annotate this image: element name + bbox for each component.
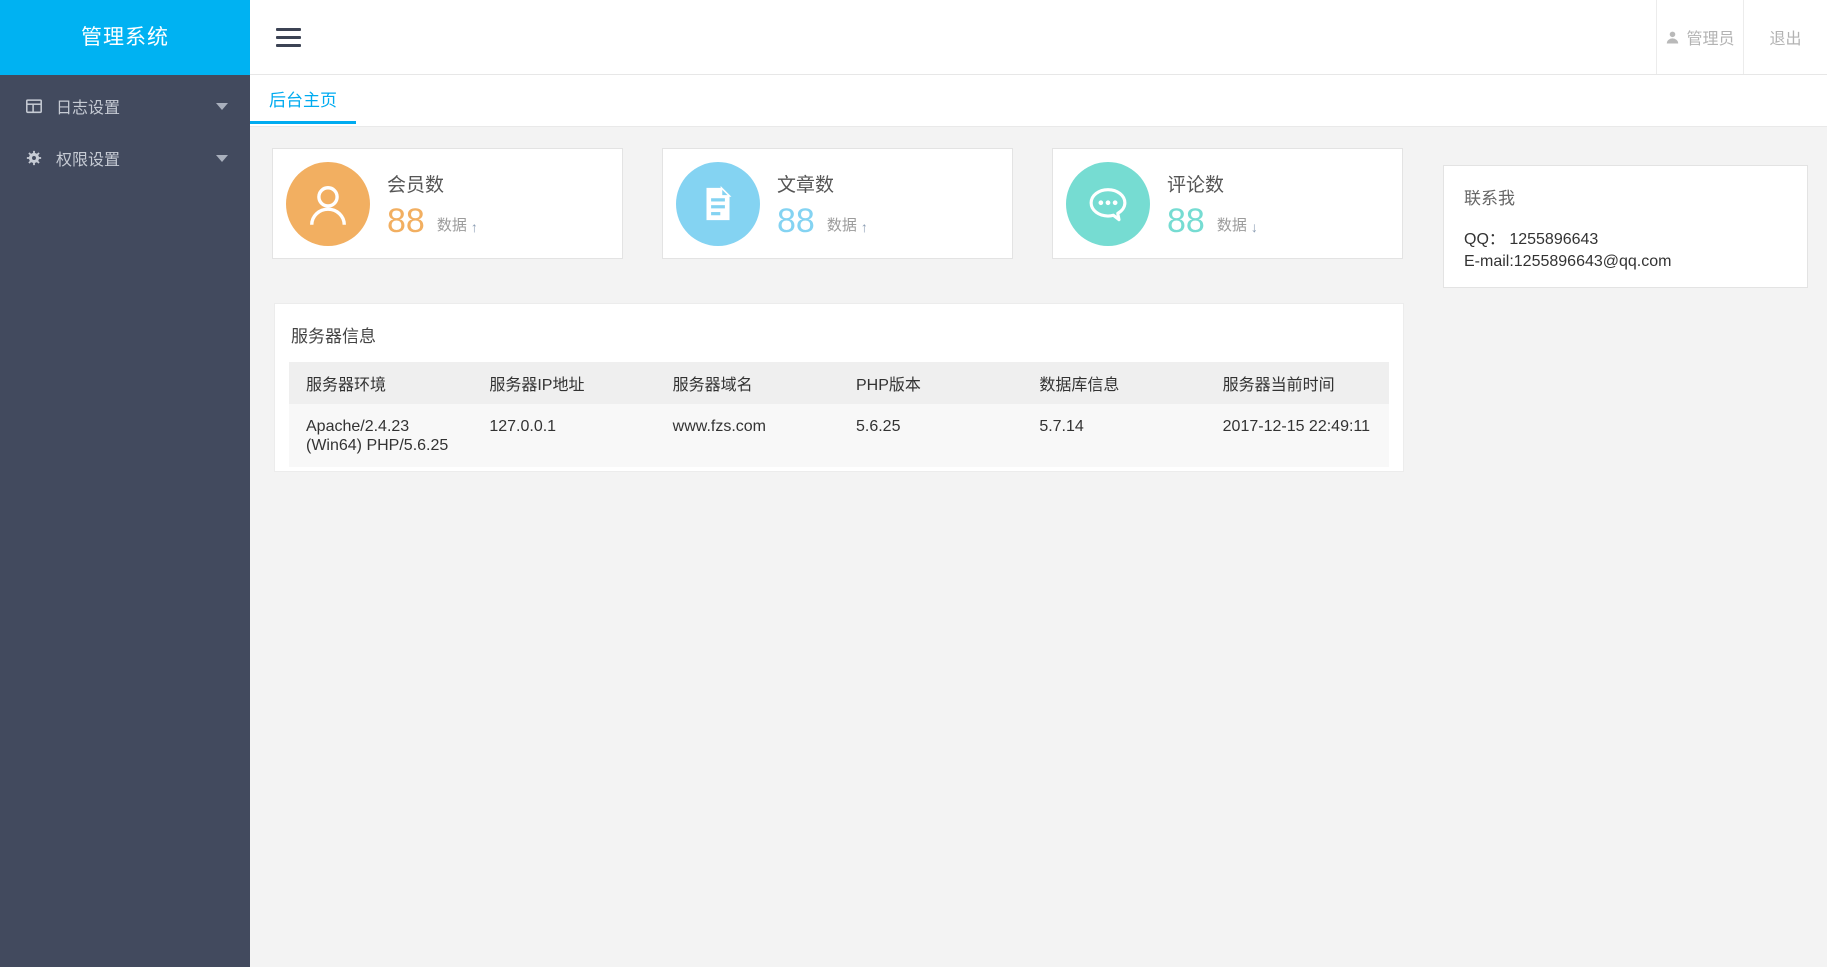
- user-label: 管理员: [1686, 25, 1734, 49]
- main-content: 会员数 88 数据 ↑ 文章数: [250, 127, 1827, 967]
- sidebar: 管理系统 日志设置: [0, 0, 250, 967]
- stat-line: 88 数据 ↓: [1167, 204, 1258, 238]
- sidebar-item-permission-settings[interactable]: 权限设置: [0, 132, 250, 184]
- column-header: 服务器域名: [656, 362, 839, 404]
- trend-up-icon: ↑: [861, 219, 868, 235]
- stat-title: 评论数: [1167, 170, 1258, 197]
- trend-up-icon: ↑: [471, 219, 478, 235]
- stat-card-articles: 文章数 88 数据 ↑: [662, 148, 1013, 259]
- comments-bubble-icon: [1066, 162, 1150, 246]
- column-header: PHP版本: [839, 362, 1022, 404]
- sidebar-item-label: 权限设置: [56, 146, 120, 170]
- stat-body: 评论数 88 数据 ↓: [1167, 170, 1258, 238]
- log-icon: [25, 97, 43, 115]
- cell-server-ip: 127.0.0.1: [472, 404, 655, 467]
- gear-icon: [25, 149, 43, 167]
- stat-title: 文章数: [777, 170, 868, 197]
- column-header: 服务器环境: [289, 362, 472, 404]
- chevron-down-icon: [216, 103, 228, 110]
- contact-email: E-mail:1255896643@qq.com: [1464, 251, 1787, 273]
- user-menu[interactable]: 管理员: [1656, 0, 1743, 74]
- tab-home[interactable]: 后台主页: [250, 75, 356, 124]
- stat-value: 88: [777, 204, 815, 238]
- contact-qq: QQ： 1255896643: [1464, 229, 1787, 251]
- sidebar-item-log-settings[interactable]: 日志设置: [0, 80, 250, 132]
- app-title: 管理系统: [0, 0, 250, 75]
- server-panel-title: 服务器信息: [291, 322, 1389, 347]
- stat-line: 88 数据 ↑: [387, 204, 478, 238]
- chevron-down-icon: [216, 155, 228, 162]
- server-info-panel: 服务器信息 服务器环境 服务器IP地址 服务器域名 PHP版本 数据库信息 服务…: [274, 303, 1404, 472]
- stat-label: 数据: [1217, 214, 1247, 235]
- column-header: 服务器当前时间: [1206, 362, 1389, 404]
- contact-title: 联系我: [1464, 184, 1787, 209]
- contact-lines: QQ： 1255896643 E-mail:1255896643@qq.com: [1464, 229, 1787, 273]
- cell-server-env: Apache/2.4.23 (Win64) PHP/5.6.25: [289, 404, 472, 467]
- stat-cards-row: 会员数 88 数据 ↑ 文章数: [272, 148, 1403, 259]
- stat-line: 88 数据 ↑: [777, 204, 868, 238]
- stat-card-members: 会员数 88 数据 ↑: [272, 148, 623, 259]
- stat-value: 88: [387, 204, 425, 238]
- menu-toggle-button[interactable]: [276, 23, 301, 52]
- sidebar-item-label: 日志设置: [56, 94, 120, 118]
- cell-php-version: 5.6.25: [839, 404, 1022, 467]
- cell-db-info: 5.7.14: [1022, 404, 1205, 467]
- cell-server-time: 2017-12-15 22:49:11: [1206, 404, 1389, 467]
- stat-label: 数据: [827, 214, 857, 235]
- server-info-table: 服务器环境 服务器IP地址 服务器域名 PHP版本 数据库信息 服务器当前时间 …: [289, 362, 1389, 467]
- tab-bar: 后台主页: [250, 75, 1827, 127]
- sidebar-menu: 日志设置 权限设: [0, 75, 250, 184]
- cell-server-domain: www.fzs.com: [656, 404, 839, 467]
- stat-title: 会员数: [387, 170, 478, 197]
- column-header: 服务器IP地址: [472, 362, 655, 404]
- trend-down-icon: ↓: [1251, 219, 1258, 235]
- articles-document-icon: [676, 162, 760, 246]
- stat-label: 数据: [437, 214, 467, 235]
- stat-value: 88: [1167, 204, 1205, 238]
- logout-label: 退出: [1769, 25, 1801, 49]
- column-header: 数据库信息: [1022, 362, 1205, 404]
- contact-card: 联系我 QQ： 1255896643 E-mail:1255896643@qq.…: [1443, 165, 1808, 288]
- logout-button[interactable]: 退出: [1743, 0, 1827, 74]
- table-header-row: 服务器环境 服务器IP地址 服务器域名 PHP版本 数据库信息 服务器当前时间: [289, 362, 1389, 404]
- topbar-right: 管理员 退出: [1656, 0, 1827, 74]
- table-row: Apache/2.4.23 (Win64) PHP/5.6.25 127.0.0…: [289, 404, 1389, 467]
- stat-body: 文章数 88 数据 ↑: [777, 170, 868, 238]
- user-icon: [1665, 30, 1680, 45]
- topbar: 管理员 退出: [250, 0, 1827, 75]
- members-user-icon: [286, 162, 370, 246]
- stat-card-comments: 评论数 88 数据 ↓: [1052, 148, 1403, 259]
- stat-body: 会员数 88 数据 ↑: [387, 170, 478, 238]
